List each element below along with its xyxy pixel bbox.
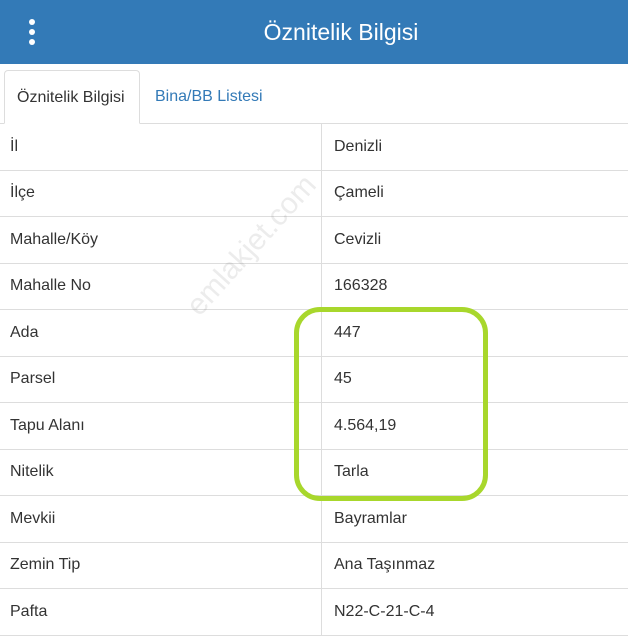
tab-oznitelik-bilgisi[interactable]: Öznitelik Bilgisi <box>4 70 140 124</box>
tab-bina-bb-listesi[interactable]: Bina/BB Listesi <box>143 70 275 124</box>
row-value: N22-C-21-C-4 <box>334 602 435 620</box>
row-label: Ada <box>0 310 322 356</box>
table-row: Ada 447 <box>0 310 628 357</box>
row-label: Mahalle No <box>0 263 322 309</box>
row-label: Zemin Tip <box>0 542 322 588</box>
row-label: Mahalle/Köy <box>0 217 322 263</box>
table-row: Mahalle No 166328 <box>0 263 628 310</box>
row-label: Nitelik <box>0 449 322 495</box>
table-row: Mevkii Bayramlar <box>0 496 628 543</box>
page-title: Öznitelik Bilgisi <box>263 19 419 45</box>
row-value: Bayramlar <box>334 509 407 527</box>
row-value: Denizli <box>334 137 383 155</box>
table-row: Tapu Alanı 4.564,19 <box>0 403 628 450</box>
row-label: Parsel <box>0 356 322 402</box>
row-label: Pafta <box>0 589 322 635</box>
table-row: İlçe Çameli <box>0 170 628 217</box>
table-row: Parsel 45 <box>0 356 628 403</box>
row-value: Çameli <box>334 184 384 202</box>
table-row: Mahalle/Köy Cevizli <box>0 217 628 264</box>
row-value: Ana Taşınmaz <box>334 556 436 574</box>
row-value: Tarla <box>334 463 369 481</box>
row-label: İl <box>0 124 322 170</box>
row-value: Cevizli <box>334 230 382 248</box>
row-value: 45 <box>334 370 352 388</box>
app-header: Öznitelik Bilgisi <box>0 0 628 64</box>
table-row: İl Denizli <box>0 124 628 171</box>
row-label: Tapu Alanı <box>0 403 322 449</box>
table-row: Zemin Tip Ana Taşınmaz <box>0 542 628 589</box>
attribute-table: İl Denizli İlçe Çameli Mahalle/Köy Ceviz… <box>0 124 628 636</box>
table-row: Nitelik Tarla <box>0 449 628 496</box>
row-label: İlçe <box>0 170 322 216</box>
row-label: Mevkii <box>0 496 322 542</box>
table-row: Pafta N22-C-21-C-4 <box>0 589 628 636</box>
tab-bar: Öznitelik Bilgisi Bina/BB Listesi <box>0 64 628 124</box>
row-value: 4.564,19 <box>334 416 397 434</box>
row-value: 447 <box>334 323 361 341</box>
row-value: 166328 <box>334 277 388 295</box>
